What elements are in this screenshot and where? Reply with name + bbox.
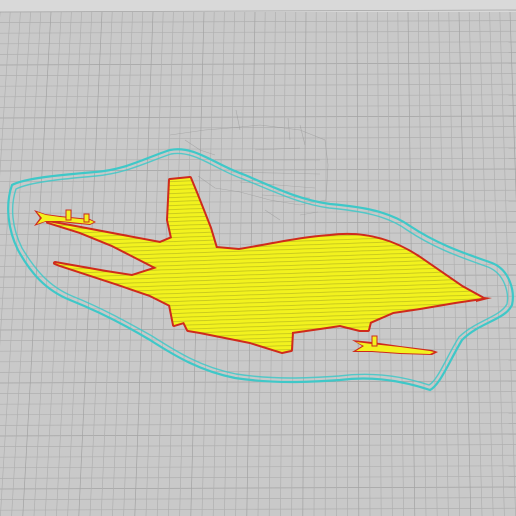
pylon-right [83, 213, 90, 223]
pylon-left [65, 209, 72, 221]
slicer-canvas[interactable] [0, 0, 516, 516]
slicer-viewport[interactable] [0, 0, 516, 516]
pylon-lower [371, 335, 378, 347]
